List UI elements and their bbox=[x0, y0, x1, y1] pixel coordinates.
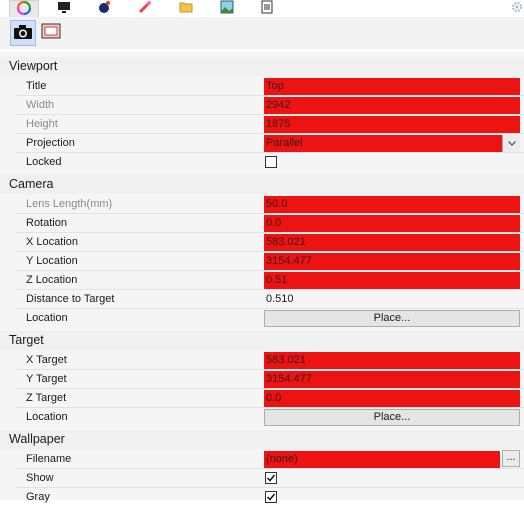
rotation-label: Rotation bbox=[26, 217, 67, 229]
y-target-label: Y Target bbox=[26, 373, 67, 385]
document-icon bbox=[261, 0, 273, 17]
y-target-field[interactable]: 3154.477 bbox=[264, 371, 520, 388]
section-header-viewport: Viewport bbox=[0, 57, 524, 76]
filename-label: Filename bbox=[26, 453, 72, 465]
show-checkbox[interactable] bbox=[265, 472, 277, 484]
width-label: Width bbox=[26, 99, 55, 111]
panel-tab-bar bbox=[0, 0, 524, 18]
projection-label: Projection bbox=[26, 137, 75, 149]
row-gray: Gray bbox=[0, 488, 524, 507]
lens-length-label: Lens Length(mm) bbox=[26, 198, 113, 210]
row-filename: Filename (none) ... bbox=[0, 450, 524, 469]
row-height: Height 1875 bbox=[0, 115, 524, 134]
camera-location-label: Location bbox=[26, 312, 68, 324]
section-header-target: Target bbox=[0, 331, 524, 350]
camera-button[interactable] bbox=[10, 20, 36, 46]
tab-materials[interactable] bbox=[137, 1, 153, 16]
monitor-icon bbox=[57, 1, 71, 17]
row-x-target: X Target 583.021 bbox=[0, 351, 524, 370]
row-title: Title Top bbox=[0, 77, 524, 96]
x-target-label: X Target bbox=[26, 354, 67, 366]
camera-place-button[interactable]: Place... bbox=[264, 310, 520, 327]
lens-length-field[interactable]: 50.0 bbox=[264, 196, 520, 213]
row-y-location: Y Location 3154.477 bbox=[0, 252, 524, 271]
gray-checkbox[interactable] bbox=[265, 491, 277, 503]
y-location-field[interactable]: 3154.477 bbox=[264, 253, 520, 270]
height-field[interactable]: 1875 bbox=[264, 116, 520, 133]
row-locked: Locked bbox=[0, 153, 524, 172]
row-projection: Projection Parallel bbox=[0, 134, 524, 153]
z-target-field[interactable]: 0.0 bbox=[264, 390, 520, 407]
image-icon bbox=[220, 0, 234, 17]
section-header-wallpaper: Wallpaper bbox=[0, 430, 524, 449]
tab-files[interactable] bbox=[178, 1, 194, 16]
row-width: Width 2942 bbox=[0, 96, 524, 115]
title-label: Title bbox=[26, 80, 47, 92]
row-z-location: Z Location 0.51 bbox=[0, 271, 524, 290]
z-location-field[interactable]: 0.51 bbox=[264, 272, 520, 289]
row-target-location: Location Place... bbox=[0, 408, 524, 427]
chevron-down-icon[interactable] bbox=[502, 135, 520, 152]
row-lens-length: Lens Length(mm) 50.0 bbox=[0, 195, 524, 214]
color-wheel-icon bbox=[17, 1, 31, 18]
width-field[interactable]: 2942 bbox=[264, 97, 520, 114]
browse-button[interactable]: ... bbox=[502, 450, 520, 467]
show-label: Show bbox=[26, 472, 54, 484]
distance-value: 0.510 bbox=[266, 293, 294, 305]
row-rotation: Rotation 0.0 bbox=[0, 214, 524, 233]
locked-label: Locked bbox=[26, 156, 62, 168]
gear-icon[interactable] bbox=[510, 0, 524, 14]
tab-notes[interactable] bbox=[259, 0, 275, 17]
row-x-location: X Location 583.021 bbox=[0, 233, 524, 252]
projection-value: Parallel bbox=[266, 137, 303, 149]
x-location-field[interactable]: 583.021 bbox=[264, 234, 520, 251]
row-distance-to-target: Distance to Target 0.510 bbox=[0, 290, 524, 309]
tab-display[interactable] bbox=[56, 1, 72, 16]
filename-field[interactable]: (none) bbox=[264, 451, 500, 468]
z-location-label: Z Location bbox=[26, 274, 78, 286]
locked-checkbox[interactable] bbox=[265, 156, 277, 168]
camera-icon bbox=[13, 24, 33, 43]
row-y-target: Y Target 3154.477 bbox=[0, 370, 524, 389]
x-location-label: X Location bbox=[26, 236, 78, 248]
folder-icon bbox=[179, 1, 193, 16]
tab-images[interactable] bbox=[219, 0, 235, 17]
frame-button[interactable] bbox=[39, 20, 63, 44]
title-field[interactable]: Top bbox=[264, 78, 520, 95]
properties-panel: Viewport Title Top Width 2942 Height 187… bbox=[0, 52, 524, 503]
distance-label: Distance to Target bbox=[26, 293, 115, 305]
tab-render[interactable] bbox=[96, 1, 112, 16]
projection-dropdown[interactable]: Parallel bbox=[264, 135, 520, 152]
gray-label: Gray bbox=[26, 491, 50, 503]
rotation-field[interactable]: 0.0 bbox=[264, 215, 520, 232]
paint-tube-icon bbox=[138, 0, 152, 17]
row-show: Show bbox=[0, 469, 524, 488]
section-header-camera: Camera bbox=[0, 175, 524, 194]
frame-icon bbox=[41, 23, 61, 42]
target-place-button[interactable]: Place... bbox=[264, 409, 520, 426]
render-sphere-icon bbox=[97, 0, 112, 17]
tab-color[interactable] bbox=[9, 0, 39, 18]
z-target-label: Z Target bbox=[26, 392, 67, 404]
height-label: Height bbox=[26, 118, 58, 130]
x-target-field[interactable]: 583.021 bbox=[264, 352, 520, 369]
row-camera-location: Location Place... bbox=[0, 309, 524, 328]
y-location-label: Y Location bbox=[26, 255, 78, 267]
target-location-label: Location bbox=[26, 411, 68, 423]
sub-toolbar bbox=[0, 17, 524, 49]
row-z-target: Z Target 0.0 bbox=[0, 389, 524, 408]
